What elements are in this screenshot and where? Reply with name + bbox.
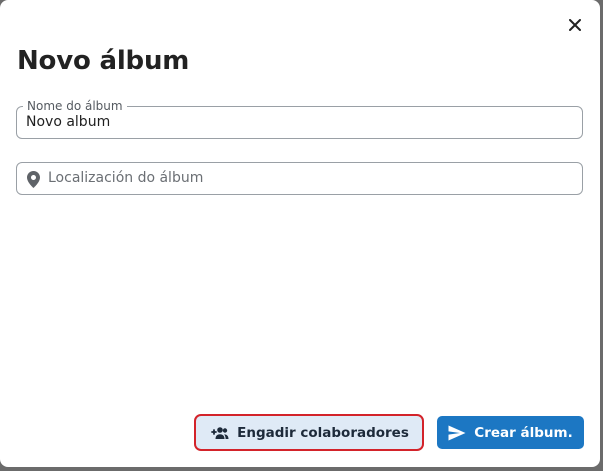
close-button[interactable] (564, 14, 586, 36)
add-collaborators-button[interactable]: Engadir colaboradores (194, 414, 424, 451)
album-location-input[interactable] (48, 163, 568, 194)
create-album-button[interactable]: Crear álbum. (437, 416, 584, 449)
add-people-icon (209, 426, 229, 440)
new-album-dialog: Novo álbum Nome do álbum Engadir colabor… (0, 0, 600, 467)
album-location-field[interactable] (16, 162, 583, 195)
close-icon (569, 19, 581, 31)
dialog-title: Novo álbum (17, 46, 190, 76)
send-icon (448, 425, 466, 441)
create-album-label: Crear álbum. (474, 424, 573, 441)
map-pin-icon (27, 171, 40, 188)
album-name-field[interactable]: Nome do álbum (16, 98, 583, 139)
add-collaborators-label: Engadir colaboradores (237, 424, 409, 441)
album-name-input[interactable] (26, 107, 566, 138)
